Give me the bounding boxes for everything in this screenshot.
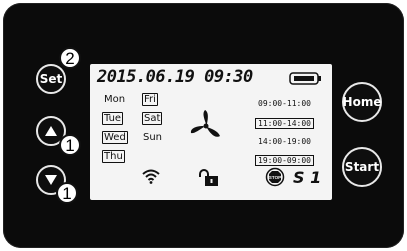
speed-indicator: S 1 xyxy=(293,168,322,187)
day-wed: Wed xyxy=(102,131,128,144)
time-slot-2: 11:00-14:00 xyxy=(255,118,314,129)
stop-icon: STOP xyxy=(265,167,285,187)
start-button-label: Start xyxy=(344,160,380,174)
down-step-badge: 1 xyxy=(56,182,78,204)
day-mon: Mon xyxy=(104,94,126,105)
lcd-screen: 2015.06.19 09:30 Mon Fri Tue Sat Wed Sun… xyxy=(90,64,332,200)
fan-icon xyxy=(190,110,220,137)
day-sat: Sat xyxy=(142,112,163,125)
time-slot-1: 09:00-11:00 xyxy=(258,99,311,108)
unlock-icon xyxy=(199,169,218,186)
time-slot-3: 14:00-19:00 xyxy=(258,137,311,146)
day-tue: Tue xyxy=(102,112,124,125)
home-button[interactable]: Home xyxy=(342,82,382,122)
home-button-label: Home xyxy=(342,95,382,109)
down-arrow-icon xyxy=(45,175,57,185)
set-button[interactable]: Set xyxy=(36,64,66,94)
device-panel: Set 2 1 1 Home Start 2015.06.19 09:30 Mo… xyxy=(3,3,404,248)
up-arrow-icon xyxy=(45,126,57,136)
day-fri: Fri xyxy=(142,93,158,106)
set-button-label: Set xyxy=(39,72,63,86)
wifi-icon xyxy=(142,169,160,184)
start-button[interactable]: Start xyxy=(342,147,382,187)
set-step-badge: 2 xyxy=(59,47,81,69)
stop-icon-label: STOP xyxy=(269,175,281,180)
day-sun: Sun xyxy=(143,132,163,143)
up-step-badge: 1 xyxy=(59,134,81,156)
day-thu: Thu xyxy=(102,150,125,163)
battery-icon xyxy=(289,72,321,85)
datetime-readout: 2015.06.19 09:30 xyxy=(97,67,253,87)
time-slot-4: 19:00-09:00 xyxy=(255,155,314,166)
